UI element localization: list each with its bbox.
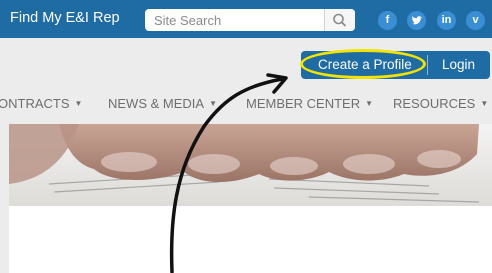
- page-frame: Find My E&I Rep f in v Create a Profile …: [0, 0, 492, 273]
- annotation-arrow: [169, 73, 288, 273]
